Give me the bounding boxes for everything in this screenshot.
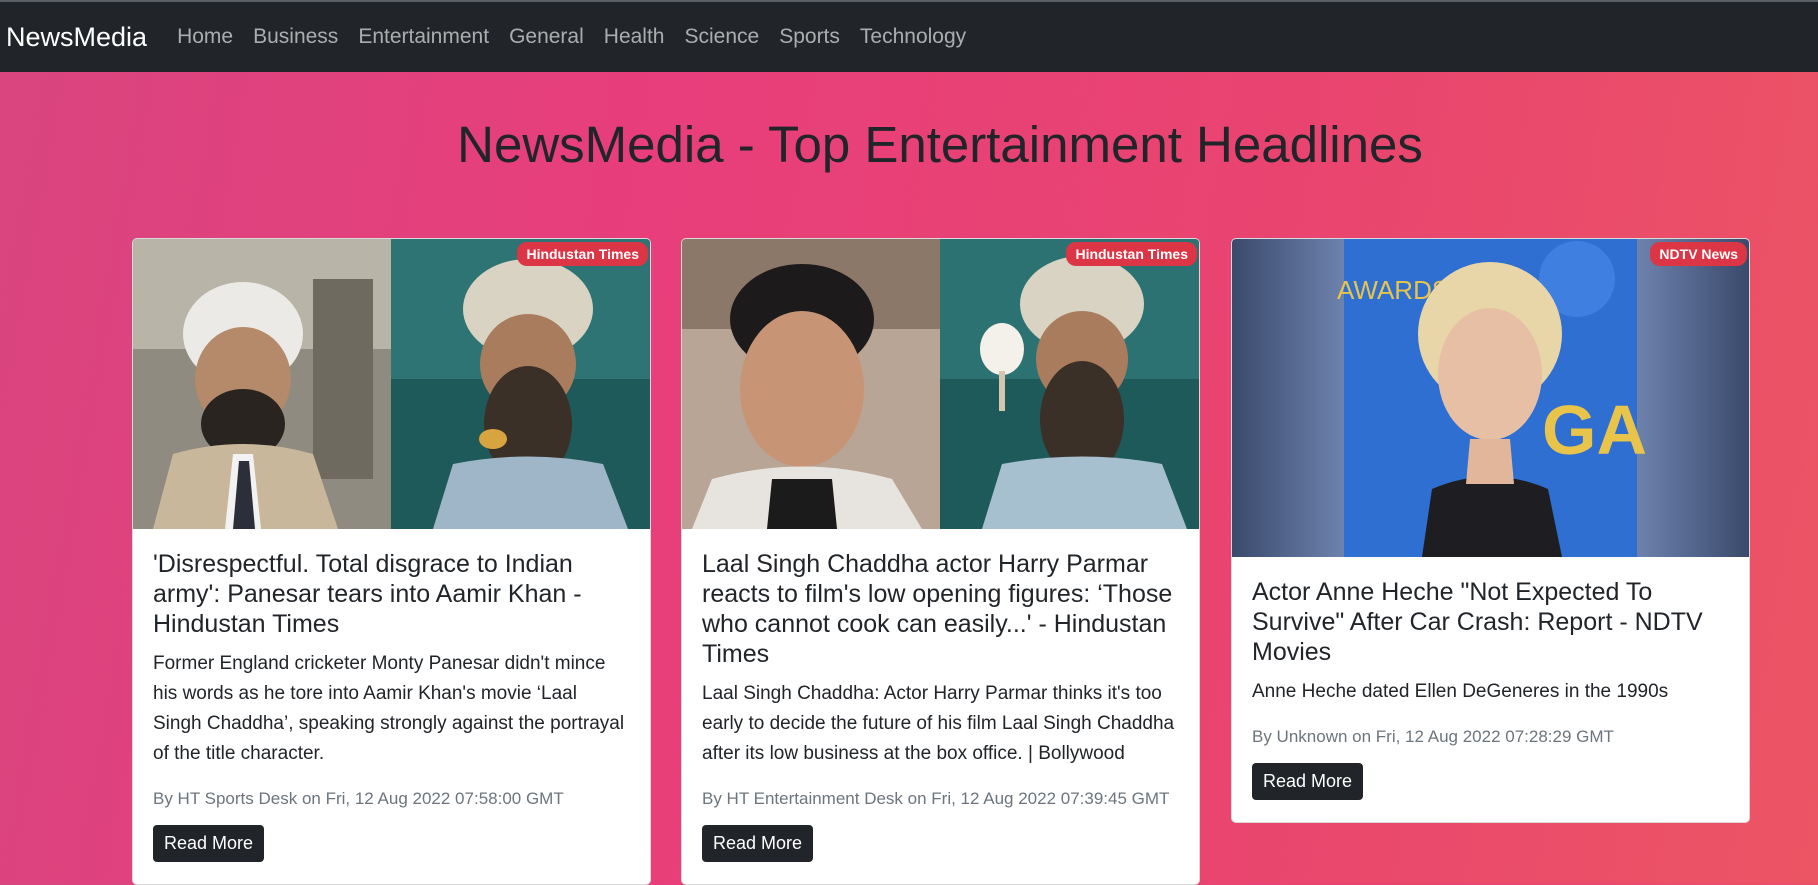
card-body: 'Disrespectful. Total disgrace to Indian… [133,529,650,884]
nav-link-general[interactable]: General [509,25,584,49]
card-body: Laal Singh Chaddha actor Harry Parmar re… [682,529,1199,884]
page-title: NewsMedia - Top Entertainment Headlines [457,116,1423,173]
news-card-2: Hindustan Times Laal Singh Chaddha actor… [681,238,1200,885]
news-card-3: AWARDS GA NDTV News Actor Anne Heche "No… [1231,238,1750,823]
card-meta: By HT Entertainment Desk on Fri, 12 Aug … [702,789,1170,808]
card-description: Laal Singh Chaddha: Actor Harry Parmar t… [702,683,1175,764]
card-title: Actor Anne Heche "Not Expected To Surviv… [1252,578,1703,666]
news-image-panesar-aamir [133,239,650,529]
source-badge: NDTV News [1650,242,1747,266]
nav-link-health[interactable]: Health [604,25,665,49]
news-card-image[interactable]: Hindustan Times [133,239,650,529]
read-more-button[interactable]: Read More [702,825,814,862]
card-body: Actor Anne Heche "Not Expected To Surviv… [1232,557,1749,822]
nav-link-technology[interactable]: Technology [860,25,966,49]
read-more-button[interactable]: Read More [1252,763,1364,800]
news-card-image[interactable]: Hindustan Times [682,239,1199,529]
card-meta: By Unknown on Fri, 12 Aug 2022 07:28:29 … [1252,727,1614,746]
navbar: NewsMedia Home Business Entertainment Ge… [0,2,1818,72]
brand-link[interactable]: NewsMedia [6,22,147,53]
card-description: Anne Heche dated Ellen DeGeneres in the … [1252,681,1669,702]
card-title: Laal Singh Chaddha actor Harry Parmar re… [702,550,1173,668]
nav-link-science[interactable]: Science [684,25,759,49]
nav-link-entertainment[interactable]: Entertainment [358,25,489,49]
news-card-image[interactable]: AWARDS GA NDTV News [1232,239,1749,557]
card-meta: By HT Sports Desk on Fri, 12 Aug 2022 07… [153,789,564,808]
news-image-anne-heche: AWARDS GA [1232,239,1749,557]
read-more-button[interactable]: Read More [153,825,265,862]
nav-link-business[interactable]: Business [253,25,338,49]
nav-link-sports[interactable]: Sports [779,25,840,49]
card-description: Former England cricketer Monty Panesar d… [153,653,625,764]
news-card-1: Hindustan Times 'Disrespectful. Total di… [132,238,651,885]
source-badge: Hindustan Times [1066,242,1197,266]
card-title: 'Disrespectful. Total disgrace to Indian… [153,550,582,638]
nav-link-home[interactable]: Home [177,25,233,49]
source-badge: Hindustan Times [517,242,648,266]
news-image-harry-parmar [682,239,1199,529]
svg-text:GA: GA [1542,391,1647,469]
